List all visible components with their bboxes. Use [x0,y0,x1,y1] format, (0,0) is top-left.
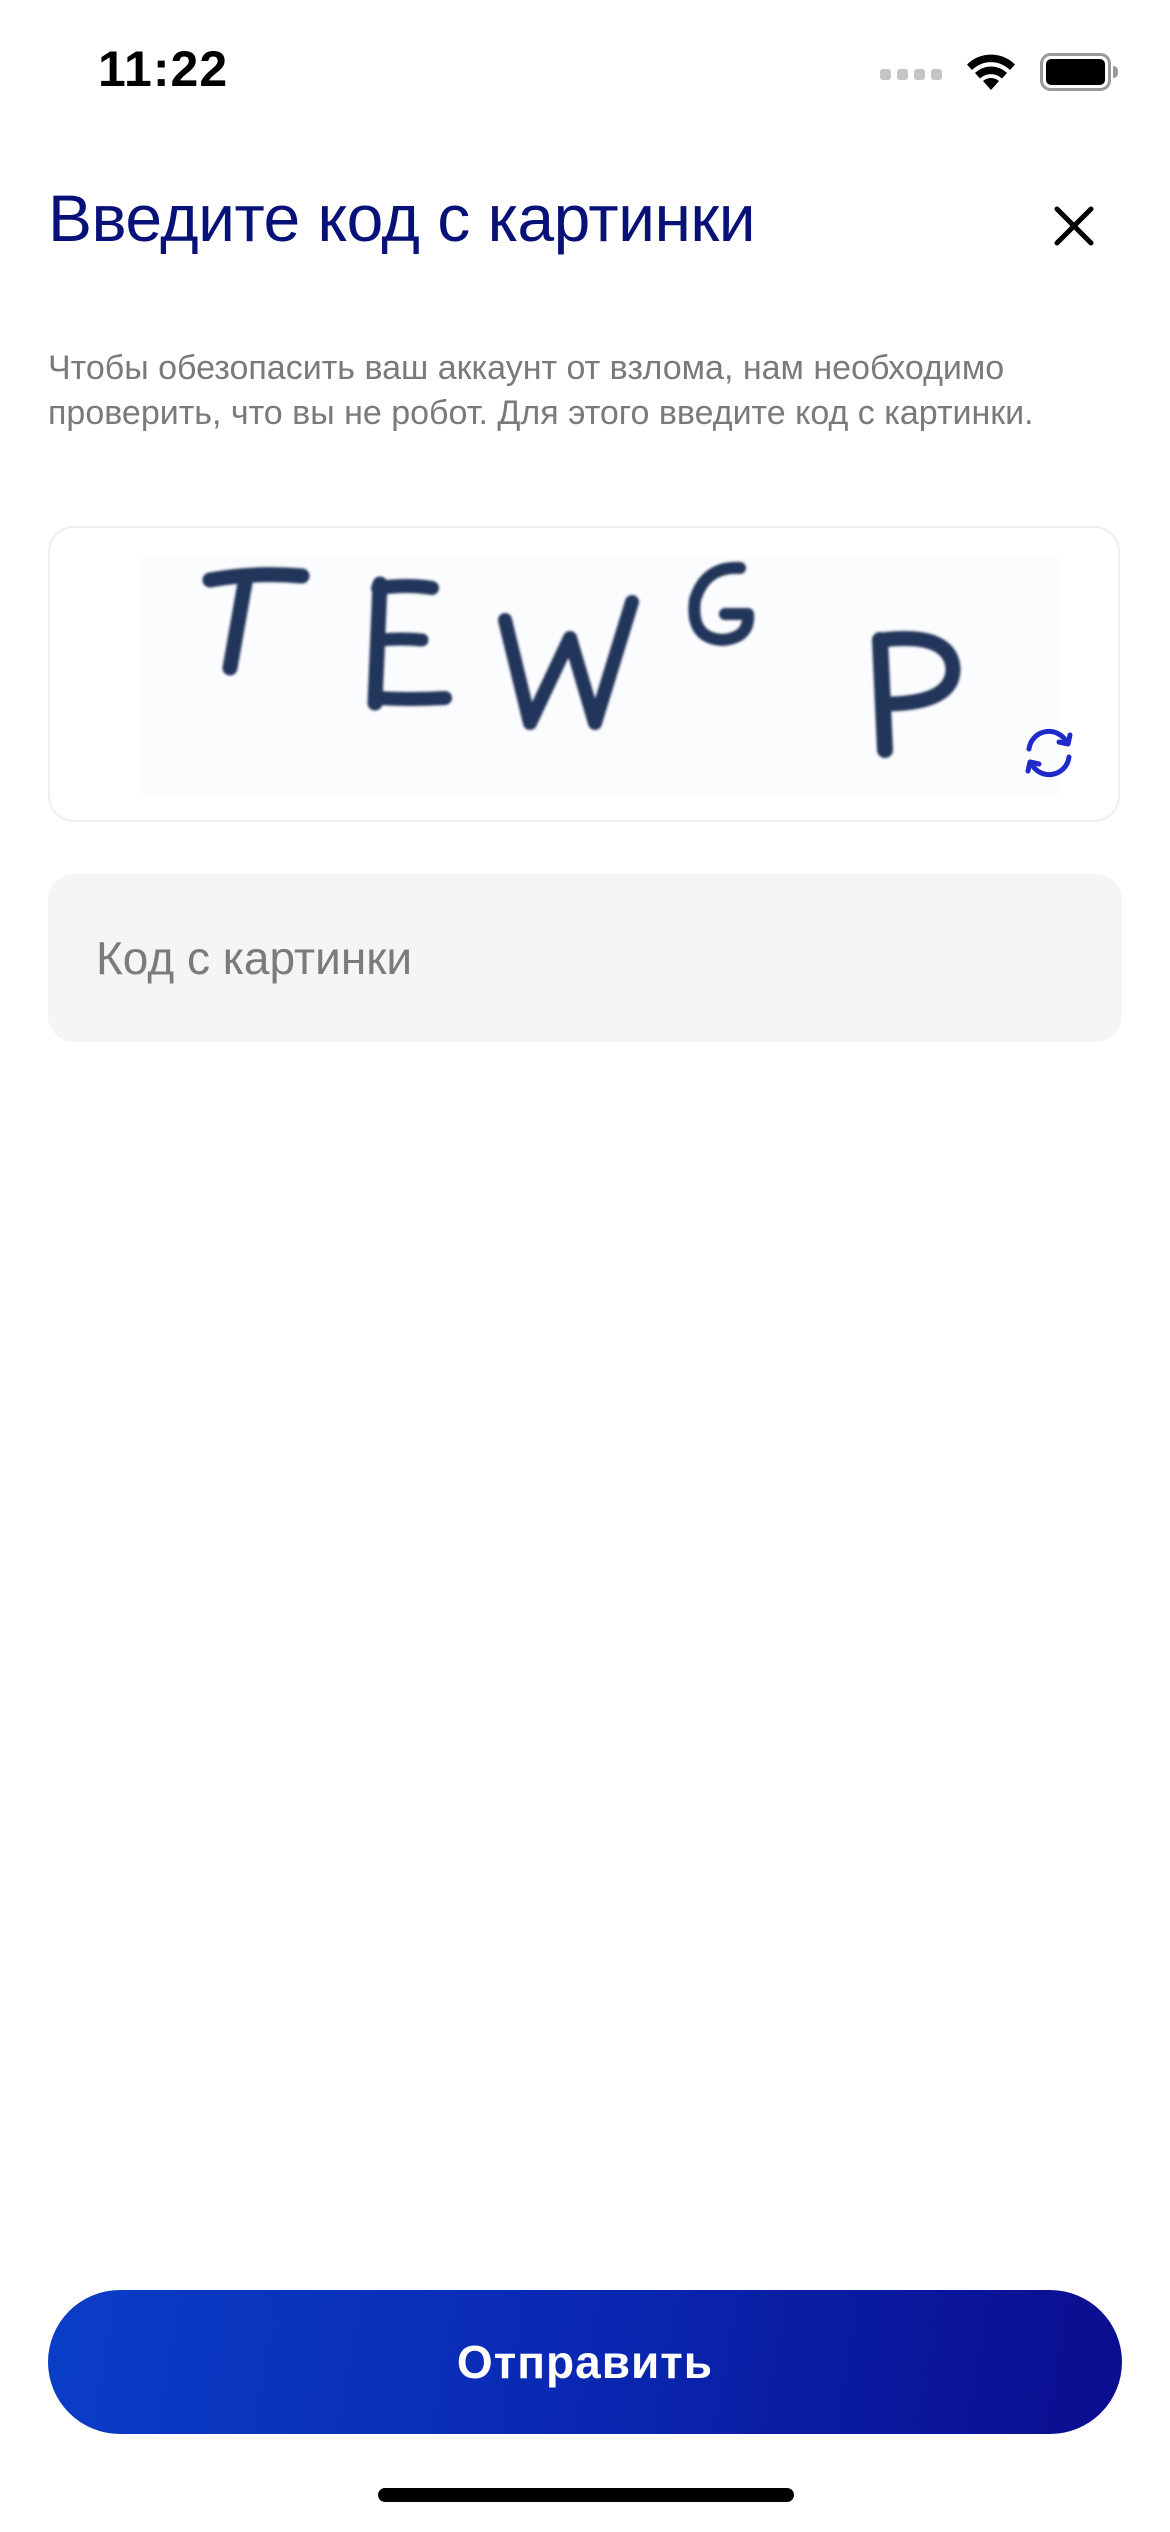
signal-dots-icon [880,69,942,80]
status-bar: 11:22 [0,0,1170,150]
wifi-icon [964,52,1018,97]
status-time: 11:22 [98,41,229,97]
close-button[interactable] [1038,190,1110,262]
battery-icon [1040,53,1120,96]
home-indicator[interactable] [378,2488,794,2502]
refresh-captcha-button[interactable] [1012,716,1086,790]
captcha-image [140,558,1060,794]
submit-button[interactable]: Отправить [48,2290,1122,2434]
refresh-icon [1025,728,1073,778]
status-icons [880,52,1120,97]
page-title: Введите код с картинки [48,181,756,255]
close-icon [1054,206,1094,246]
captcha-code-input[interactable] [48,874,1122,1042]
captcha-card [48,526,1120,822]
description-text: Чтобы обезопасить ваш аккаунт от взлома,… [48,349,1034,432]
